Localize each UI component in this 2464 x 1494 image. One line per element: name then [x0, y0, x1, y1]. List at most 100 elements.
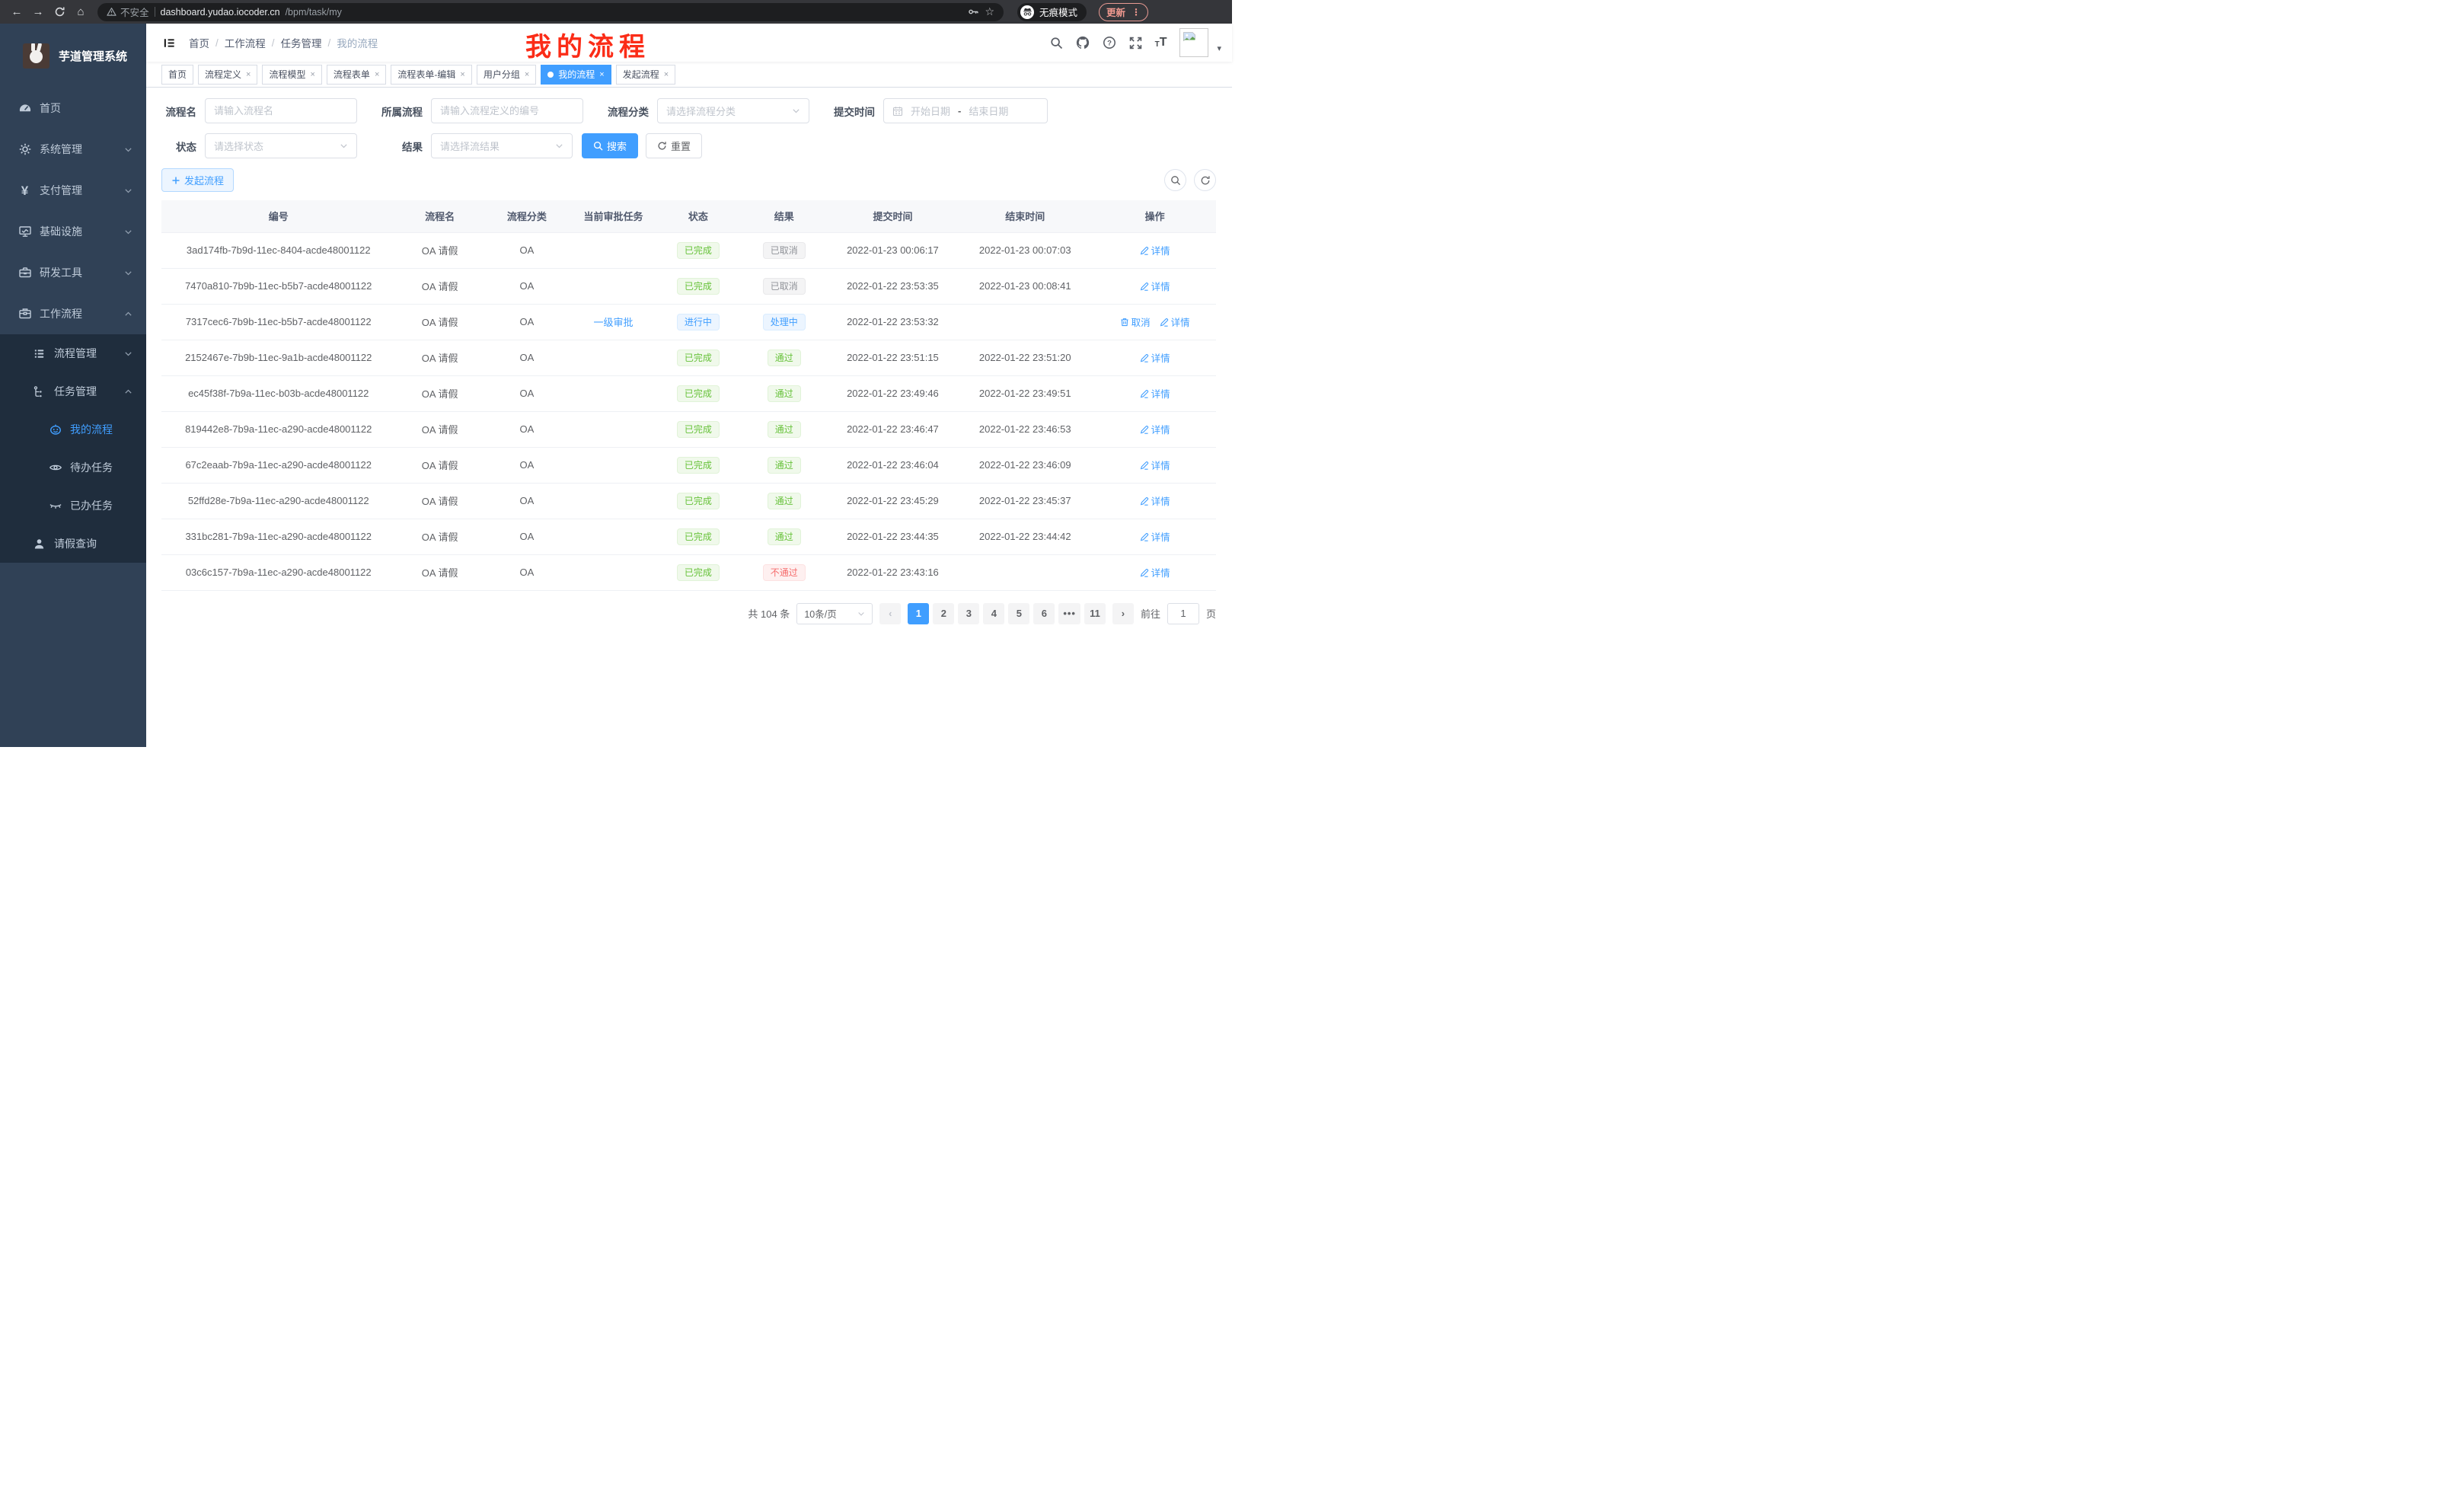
page-number-button[interactable]: 11: [1084, 603, 1106, 624]
home-icon[interactable]: ⌂: [72, 3, 90, 21]
cell-process-name: OA 请假: [395, 304, 484, 340]
detail-link[interactable]: 详情: [1140, 386, 1170, 401]
security-warning-icon: 不安全: [107, 5, 149, 19]
tab-item[interactable]: 首页: [161, 65, 193, 85]
sidebar-item-task-mgmt[interactable]: 任务管理: [0, 372, 146, 410]
sidebar-collapse-icon[interactable]: [163, 37, 176, 49]
breadcrumb-item-current: 我的流程: [337, 35, 378, 50]
breadcrumb-item[interactable]: 任务管理: [281, 35, 322, 50]
cell-process-name: OA 请假: [395, 483, 484, 519]
fullscreen-icon[interactable]: [1129, 37, 1142, 49]
search-icon[interactable]: [1050, 37, 1063, 49]
page-number-button[interactable]: 5: [1008, 603, 1029, 624]
reload-icon[interactable]: [50, 3, 69, 21]
tab-close-icon[interactable]: ×: [246, 70, 251, 79]
sidebar-item-system[interactable]: 系统管理: [0, 129, 146, 170]
bookmark-star-icon[interactable]: ☆: [985, 5, 994, 18]
key-icon[interactable]: [968, 6, 979, 18]
detail-link[interactable]: 详情: [1140, 458, 1170, 472]
detail-link[interactable]: 详情: [1140, 422, 1170, 436]
sidebar-item-process-mgmt[interactable]: 流程管理: [0, 334, 146, 372]
breadcrumb-item[interactable]: 首页: [189, 35, 209, 50]
chevron-down-icon[interactable]: ▾: [1217, 43, 1221, 53]
detail-link[interactable]: 详情: [1140, 243, 1170, 257]
goto-unit: 页: [1206, 606, 1216, 621]
update-button[interactable]: 更新 ⋮: [1099, 3, 1148, 21]
toggle-search-button[interactable]: [1164, 169, 1186, 191]
tab-close-icon[interactable]: ×: [310, 70, 314, 79]
sidebar-item-done-tasks[interactable]: 已办任务: [0, 487, 146, 525]
breadcrumb-item[interactable]: 工作流程: [225, 35, 266, 50]
cell-end-time: 2022-01-22 23:46:53: [956, 411, 1093, 447]
page-size-select[interactable]: 10条/页: [796, 603, 873, 624]
tab-item[interactable]: 流程表单-编辑×: [391, 65, 471, 85]
tab-item[interactable]: 流程表单×: [327, 65, 386, 85]
goto-page-input[interactable]: [1167, 603, 1199, 624]
tab-close-icon[interactable]: ×: [525, 70, 529, 79]
font-size-icon[interactable]: TT: [1155, 37, 1167, 49]
category-select[interactable]: 请选择流程分类: [657, 98, 809, 123]
detail-link[interactable]: 详情: [1140, 279, 1170, 293]
help-icon[interactable]: ?: [1103, 36, 1116, 49]
status-select[interactable]: 请选择状态: [205, 133, 357, 158]
avatar[interactable]: [1179, 28, 1208, 57]
detail-link[interactable]: 详情: [1140, 565, 1170, 579]
app-logo[interactable]: 芋道管理系统: [0, 24, 146, 88]
detail-link[interactable]: 详情: [1160, 314, 1190, 329]
sidebar-item-workflow[interactable]: 工作流程: [0, 293, 146, 334]
page-ellipsis-button[interactable]: •••: [1058, 603, 1080, 624]
tab-item[interactable]: 流程定义×: [198, 65, 257, 85]
security-label: 不安全: [120, 5, 149, 19]
briefcase-icon: [18, 307, 32, 321]
sidebar-item-leave-query[interactable]: 请假查询: [0, 525, 146, 563]
page-number-button[interactable]: 1: [908, 603, 929, 624]
action-label: 详情: [1151, 458, 1170, 472]
sidebar-item-payment[interactable]: ¥ 支付管理: [0, 170, 146, 211]
tab-close-icon[interactable]: ×: [375, 70, 379, 79]
page-number-button[interactable]: 4: [983, 603, 1004, 624]
detail-link[interactable]: 详情: [1140, 350, 1170, 365]
detail-link[interactable]: 详情: [1140, 529, 1170, 544]
tab-item[interactable]: 用户分组×: [477, 65, 536, 85]
process-name-input[interactable]: [205, 98, 357, 123]
sidebar-item-home[interactable]: 首页: [0, 88, 146, 129]
current-task-link[interactable]: 一级审批: [593, 317, 633, 328]
page-number-button[interactable]: 3: [958, 603, 979, 624]
page-number-button[interactable]: 2: [933, 603, 954, 624]
tab-item[interactable]: 流程模型×: [262, 65, 321, 85]
cancel-link[interactable]: 取消: [1120, 314, 1151, 329]
tab-item[interactable]: 我的流程×: [541, 65, 611, 85]
result-select[interactable]: 请选择流结果: [431, 133, 573, 158]
cell-submit-time: 2022-01-22 23:46:04: [829, 447, 957, 483]
sidebar-item-my-process[interactable]: 我的流程: [0, 410, 146, 449]
url-bar[interactable]: 不安全 dashboard.yudao.iocoder.cn /bpm/task…: [97, 3, 1004, 21]
sidebar-item-infra[interactable]: 基础设施: [0, 211, 146, 252]
browser-menu-icon[interactable]: ⋮: [1131, 7, 1141, 18]
cell-category: OA: [484, 519, 570, 554]
detail-link[interactable]: 详情: [1140, 493, 1170, 508]
back-icon[interactable]: ←: [8, 3, 26, 21]
forward-icon[interactable]: →: [29, 3, 47, 21]
reset-button[interactable]: 重置: [646, 133, 702, 158]
sidebar-item-devtools[interactable]: 研发工具: [0, 252, 146, 293]
next-page-button[interactable]: ›: [1112, 603, 1134, 624]
page-number-button[interactable]: 6: [1033, 603, 1055, 624]
tab-close-icon[interactable]: ×: [664, 70, 669, 79]
refresh-button[interactable]: [1194, 169, 1216, 191]
github-icon[interactable]: [1076, 36, 1090, 49]
tab-close-icon[interactable]: ×: [599, 70, 604, 79]
sidebar-item-todo-tasks[interactable]: 待办任务: [0, 449, 146, 487]
breadcrumb-separator: /: [328, 37, 331, 49]
cell-process-name: OA 请假: [395, 375, 484, 411]
tab-item[interactable]: 发起流程×: [616, 65, 675, 85]
tab-close-icon[interactable]: ×: [460, 70, 464, 79]
cell-status: 已完成: [657, 232, 739, 268]
prev-page-button[interactable]: ‹: [879, 603, 901, 624]
submit-time-range-picker[interactable]: 开始日期 - 结束日期: [883, 98, 1048, 123]
create-process-button[interactable]: 发起流程: [161, 168, 234, 192]
process-definition-input[interactable]: [431, 98, 583, 123]
cell-id: 67c2eaab-7b9a-11ec-a290-acde48001122: [161, 447, 395, 483]
chevron-up-icon: [124, 310, 132, 318]
search-button[interactable]: 搜索: [582, 133, 638, 158]
start-date-placeholder: 开始日期: [911, 104, 950, 118]
